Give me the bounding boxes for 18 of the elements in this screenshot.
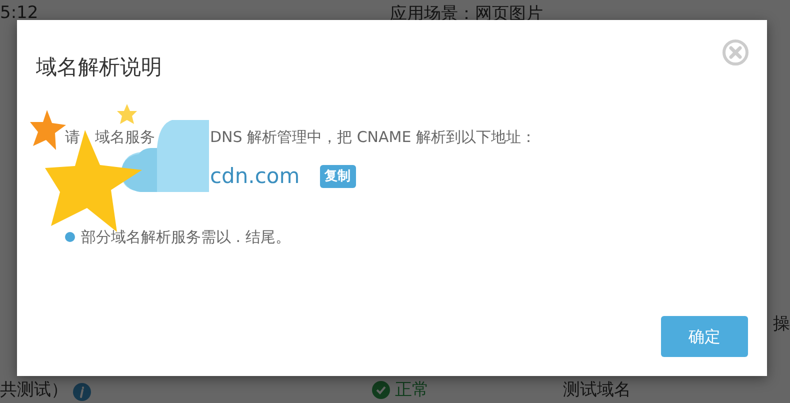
star-icon <box>117 104 137 124</box>
domain-type-text: 测试域名 <box>563 379 631 402</box>
status-text: 正常 <box>395 379 429 402</box>
close-button[interactable] <box>722 39 749 66</box>
instruction-text: DNS 解析管理中，把 CNAME 解析到以下地址： <box>210 128 536 146</box>
address-text: cdn.com <box>210 162 300 190</box>
dialog-title: 域名解析说明 <box>36 54 162 81</box>
time-text: 5:12 <box>0 2 38 25</box>
instruction-text: 请 <box>65 128 80 146</box>
info-icon[interactable] <box>73 383 91 401</box>
check-icon <box>372 381 390 399</box>
bullet-icon <box>65 232 75 242</box>
copy-button[interactable]: 复制 <box>320 164 356 188</box>
instruction-text: 域名服务 <box>95 128 155 146</box>
column-header: 操 <box>773 313 790 336</box>
note-text: 部分域名解析服务需以 . 结尾。 <box>81 227 290 248</box>
row-name: 共测试） <box>0 379 68 402</box>
ok-button[interactable]: 确定 <box>661 316 748 357</box>
